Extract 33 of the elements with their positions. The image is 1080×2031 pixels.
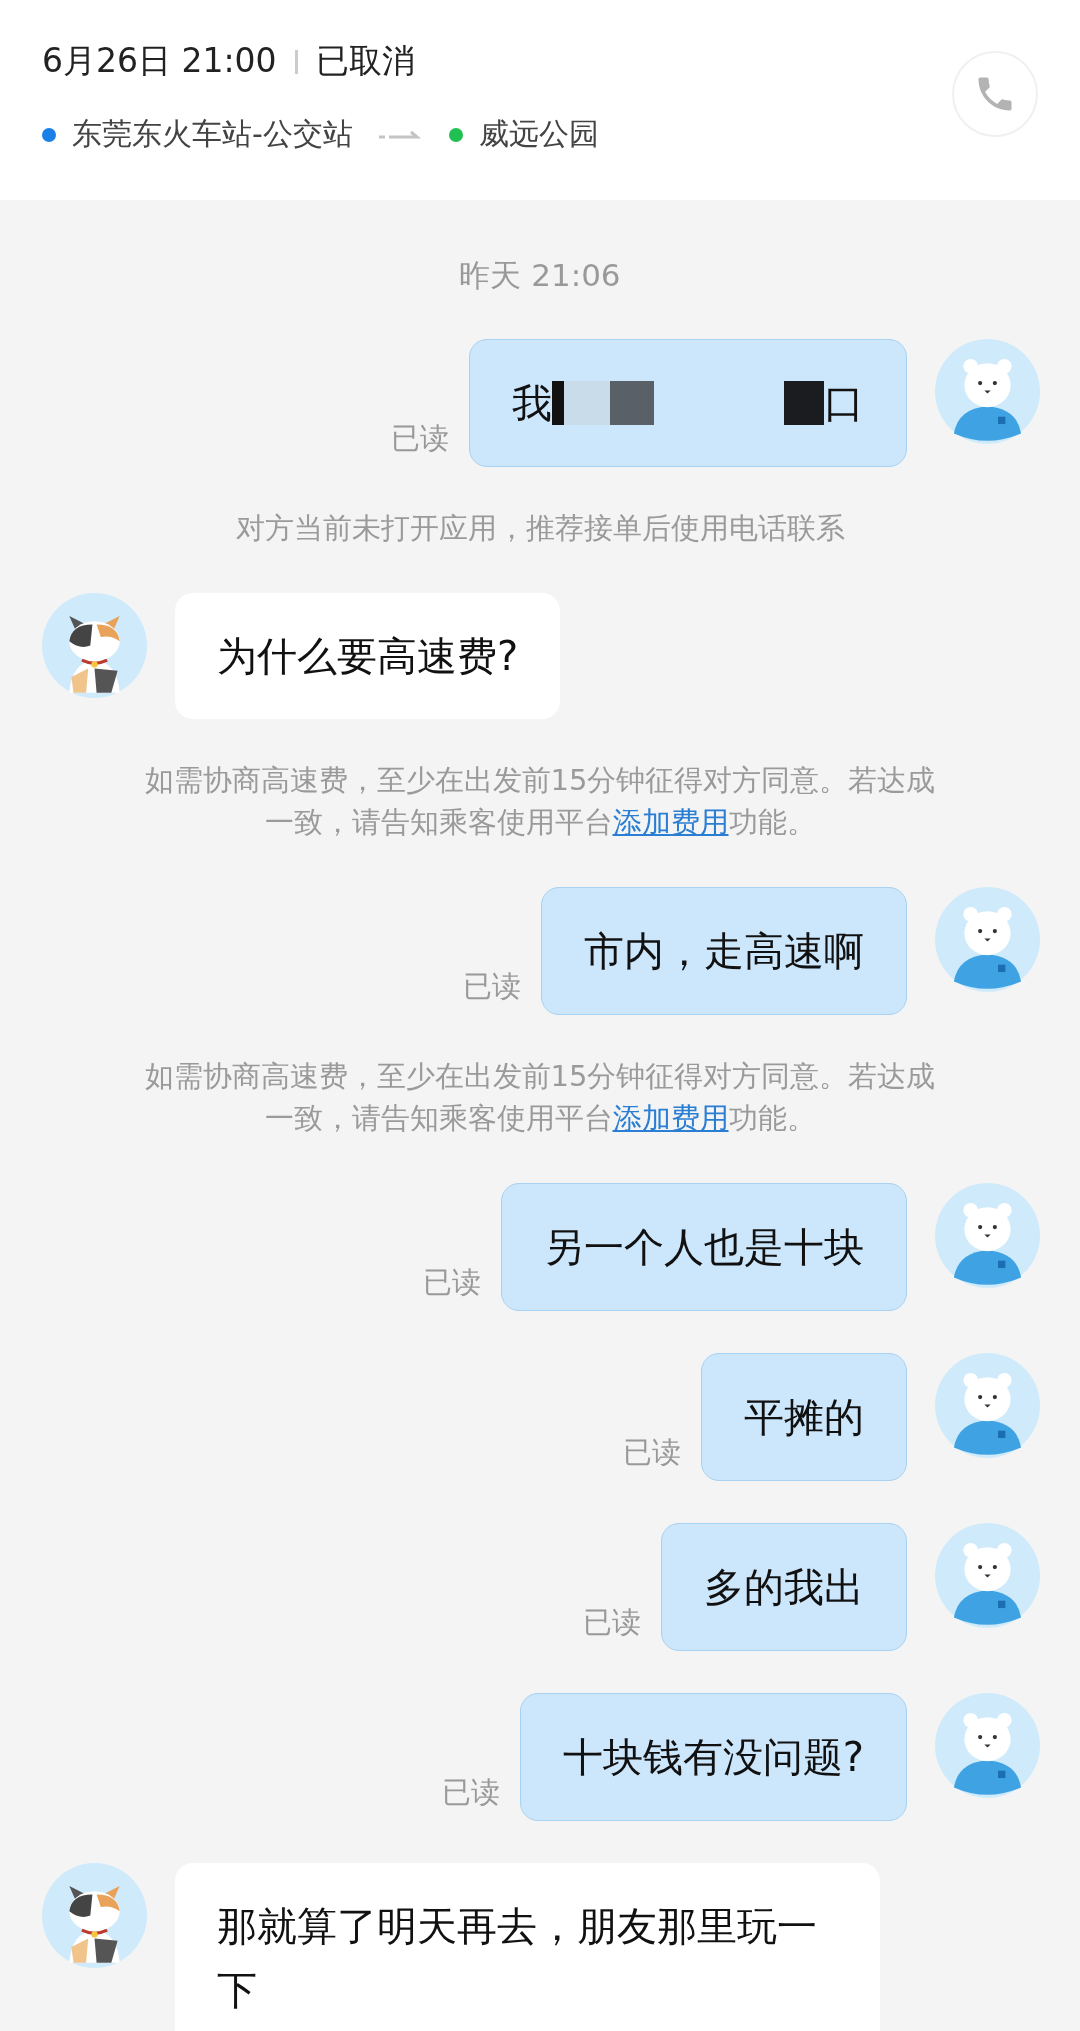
system-notice: 如需协商高速费，至少在出发前15分钟征得对方同意。若达成一致，请告知乘客使用平台添加费用功能。	[143, 762, 937, 841]
system-notice: 对方当前未打开应用，推荐接单后使用电话联系	[235, 510, 845, 547]
message-text: 十块钱有没问题?	[562, 1733, 864, 1782]
read-receipt: 已读	[391, 420, 449, 457]
message-text: 另一个人也是十块	[544, 1223, 864, 1272]
read-receipt: 已读	[423, 1264, 481, 1301]
message-text: 为什么要高速费?	[217, 633, 519, 679]
bear-avatar-icon	[935, 1693, 1040, 1798]
system-notice: 如需协商高速费，至少在出发前15分钟征得对方同意。若达成一致，请告知乘客使用平台添加费用功能。	[143, 1058, 937, 1137]
message-text: 多的我出	[704, 1563, 864, 1612]
bear-avatar-icon	[935, 1353, 1040, 1458]
bear-avatar-icon	[935, 339, 1040, 444]
message-text: 平摊的	[744, 1393, 864, 1442]
bear-avatar-icon	[935, 887, 1040, 992]
destination-name: 威远公园	[478, 115, 599, 153]
bear-avatar-icon	[935, 1183, 1040, 1288]
message-text: 那就算了明天再去，朋友那里玩一下	[217, 1903, 817, 2013]
message-text: 市内，走高速啊	[584, 927, 864, 976]
read-receipt: 已读	[583, 1604, 641, 1641]
read-receipt: 已读	[463, 968, 521, 1005]
message-text: 我	[512, 379, 552, 428]
cat-avatar-icon	[42, 1863, 147, 1968]
bear-avatar-icon	[935, 1523, 1040, 1628]
add-fee-link[interactable]: 添加费用	[612, 805, 729, 839]
chat-timestamp: 昨天 21:06	[459, 256, 621, 295]
add-fee-link[interactable]: 添加费用	[612, 1101, 729, 1135]
read-receipt: 已读	[623, 1434, 681, 1471]
origin-name: 东莞东火车站-公交站	[72, 115, 353, 153]
message-text: 口	[824, 379, 864, 428]
read-receipt: 已读	[441, 1774, 500, 1811]
trip-datetime: 6月26日 21:00	[42, 40, 277, 82]
cat-avatar-icon	[42, 593, 147, 698]
trip-status: 已取消	[315, 40, 415, 82]
